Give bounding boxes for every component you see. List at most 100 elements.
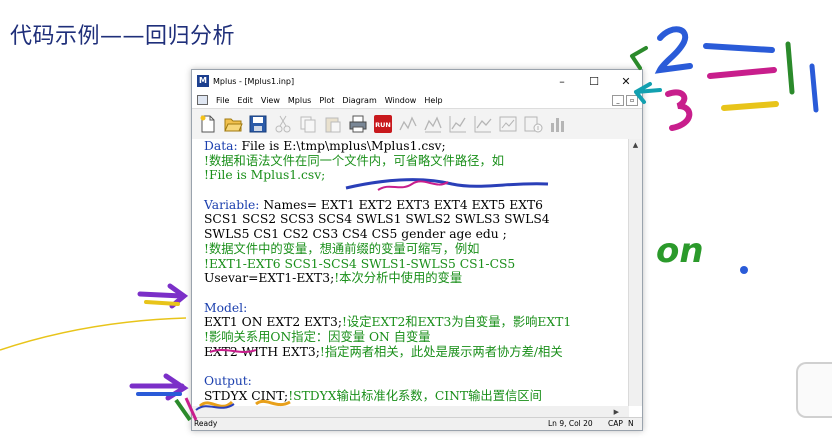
cut-icon[interactable]: [272, 113, 294, 135]
code-line: Variable: Names= EXT1 EXT2 EXT3 EXT4 EXT…: [204, 198, 629, 213]
plot5-icon[interactable]: [497, 113, 519, 135]
run-icon[interactable]: RUN: [372, 113, 394, 135]
bar-icon[interactable]: [547, 113, 569, 135]
code-line: SCS1 SCS2 SCS3 SCS4 SWLS1 SWLS2 SWLS3 SW…: [204, 212, 629, 227]
code-editor[interactable]: Data: File is E:\tmp\mplus\Mplus1.csv; !数…: [192, 139, 629, 406]
menu-diagram[interactable]: Diagram: [338, 96, 380, 105]
code-comment: !影响关系用ON指定：因变量 ON 自变量: [204, 329, 431, 344]
ink-arrow-model: [137, 283, 189, 309]
ink-dot: [740, 266, 748, 274]
code-text: Usevar=EXT1-EXT3;: [204, 271, 335, 286]
copy-icon[interactable]: [297, 113, 319, 135]
plot2-icon[interactable]: [422, 113, 444, 135]
ink-on-text: on: [656, 231, 704, 271]
ink-arrow-1: [630, 46, 648, 70]
ink-mark-bottom: [174, 398, 192, 422]
ink-bar-2: [809, 63, 819, 113]
ink-line-top: [703, 43, 775, 53]
window-controls: – ☐ ✕: [546, 75, 642, 88]
code-line: !数据和语法文件在同一个文件内，可省略文件路径，如: [204, 154, 629, 169]
plot3-icon[interactable]: [447, 113, 469, 135]
save-icon[interactable]: [247, 113, 269, 135]
maximize-button[interactable]: ☐: [578, 75, 610, 88]
toolbar: RUN: [192, 109, 642, 140]
vertical-scrollbar[interactable]: ▲: [628, 139, 642, 406]
code-keyword: Data:: [204, 139, 238, 153]
code-text: SWLS5 CS1 CS2 CS3 CS4 CS5 gender age edu…: [204, 227, 507, 242]
print-icon[interactable]: [347, 113, 369, 135]
code-line: Output:: [204, 374, 629, 389]
code-line: !影响关系用ON指定：因变量 ON 自变量: [204, 330, 629, 345]
code-line: Data: File is E:\tmp\mplus\Mplus1.csv;: [204, 139, 629, 154]
code-keyword: Variable:: [204, 197, 260, 212]
code-line: EXT2 WITH EXT3;!指定两者相关，此处是展示两者协方差/相关: [204, 345, 629, 360]
window-title: Mplus - [Mplus1.inp]: [213, 76, 295, 86]
run-label: RUN: [375, 121, 391, 129]
title-bar: M Mplus - [Mplus1.inp] – ☐ ✕: [192, 70, 642, 92]
scroll-right-icon[interactable]: ▶: [614, 408, 619, 416]
paste-icon[interactable]: [322, 113, 344, 135]
code-comment: !指定两者相关，此处是展示两者协方差/相关: [319, 344, 563, 359]
code-line: Model:: [204, 301, 629, 316]
mdi-restore-button[interactable]: ▫: [626, 94, 638, 106]
code-text: File is E:\tmp\mplus\Mplus1.csv;: [237, 139, 446, 153]
code-text: EXT1 ON EXT2 EXT3;: [204, 315, 342, 330]
code-comment: !设定EXT2和EXT3为自变量，影响EXT1: [341, 315, 572, 330]
ink-arrow-model-2: [144, 300, 180, 306]
mplus-app-icon: M: [197, 75, 209, 87]
ink-arrow-output: [129, 373, 189, 401]
mdi-controls: _ ▫: [610, 94, 638, 106]
code-line: EXT1 ON EXT2 EXT3;!设定EXT2和EXT3为自变量，影响EXT…: [204, 315, 629, 330]
code-line: !File is Mplus1.csv;: [204, 168, 629, 183]
scroll-up-icon[interactable]: ▲: [629, 139, 642, 151]
close-button[interactable]: ✕: [610, 75, 642, 88]
code-line: SWLS5 CS1 CS2 CS3 CS4 CS5 gender age edu…: [204, 227, 629, 242]
caps-indicator: CAP: [608, 419, 623, 428]
plot4-icon[interactable]: [472, 113, 494, 135]
menu-bar: File Edit View Mplus Plot Diagram Window…: [192, 92, 642, 109]
plot-icon[interactable]: [397, 113, 419, 135]
code-text: STDYX CINT;: [204, 388, 289, 403]
ink-line-mid: [707, 67, 777, 79]
cursor-position: Ln 9, Col 20: [548, 419, 593, 428]
open-icon[interactable]: [222, 113, 244, 135]
status-bar: Ready Ln 9, Col 20 CAP N: [192, 417, 642, 430]
code-line: !EXT1-EXT6 SCS1-SCS4 SWLS1-SWLS5 CS1-CS5: [204, 257, 629, 272]
code-comment: !STDYX输出标准化系数，CINT输出置信区间: [288, 388, 542, 403]
minimize-button[interactable]: –: [546, 75, 578, 88]
code-keyword: Model:: [204, 300, 248, 315]
ink-bar-1: [785, 41, 795, 95]
document-icon[interactable]: [197, 95, 208, 105]
new-icon[interactable]: [197, 113, 219, 135]
code-comment: !File is Mplus1.csv;: [204, 168, 326, 183]
code-comment: !数据文件中的变量，想通前缀的变量可缩写，例如: [204, 241, 480, 256]
code-comment: !本次分析中使用的变量: [334, 271, 463, 286]
code-line: Usevar=EXT1-EXT3;!本次分析中使用的变量: [204, 271, 629, 286]
player-overlay-button[interactable]: [796, 362, 832, 418]
ink-number-3: [665, 89, 693, 131]
code-keyword: Output:: [204, 374, 252, 388]
code-text: Names= EXT1 EXT2 EXT3 EXT4 EXT5 EXT6: [259, 197, 543, 212]
info-icon[interactable]: [522, 113, 544, 135]
mdi-minimize-button[interactable]: _: [612, 94, 624, 106]
code-line: !数据文件中的变量，想通前缀的变量可缩写，例如: [204, 242, 629, 257]
code-text: SCS1 SCS2 SCS3 SCS4 SWLS1 SWLS2 SWLS3 SW…: [204, 212, 550, 227]
code-text: EXT2 WITH EXT3;: [204, 344, 320, 359]
mplus-window: M Mplus - [Mplus1.inp] – ☐ ✕ File Edit V…: [191, 69, 643, 431]
code-comment: !EXT1-EXT6 SCS1-SCS4 SWLS1-SWLS5 CS1-CS5: [204, 256, 516, 271]
menu-mplus[interactable]: Mplus: [284, 96, 315, 105]
menu-plot[interactable]: Plot: [315, 96, 338, 105]
num-indicator: N: [628, 419, 634, 428]
menu-help[interactable]: Help: [420, 96, 446, 105]
menu-window[interactable]: Window: [381, 96, 421, 105]
menu-file[interactable]: File: [212, 96, 233, 105]
menu-edit[interactable]: Edit: [233, 96, 257, 105]
code-comment: !数据和语法文件在同一个文件内，可省略文件路径，如: [204, 153, 505, 168]
ink-number-2: [654, 26, 693, 74]
status-text: Ready: [194, 419, 218, 428]
menu-view[interactable]: View: [257, 96, 284, 105]
ink-line-low: [721, 101, 779, 111]
